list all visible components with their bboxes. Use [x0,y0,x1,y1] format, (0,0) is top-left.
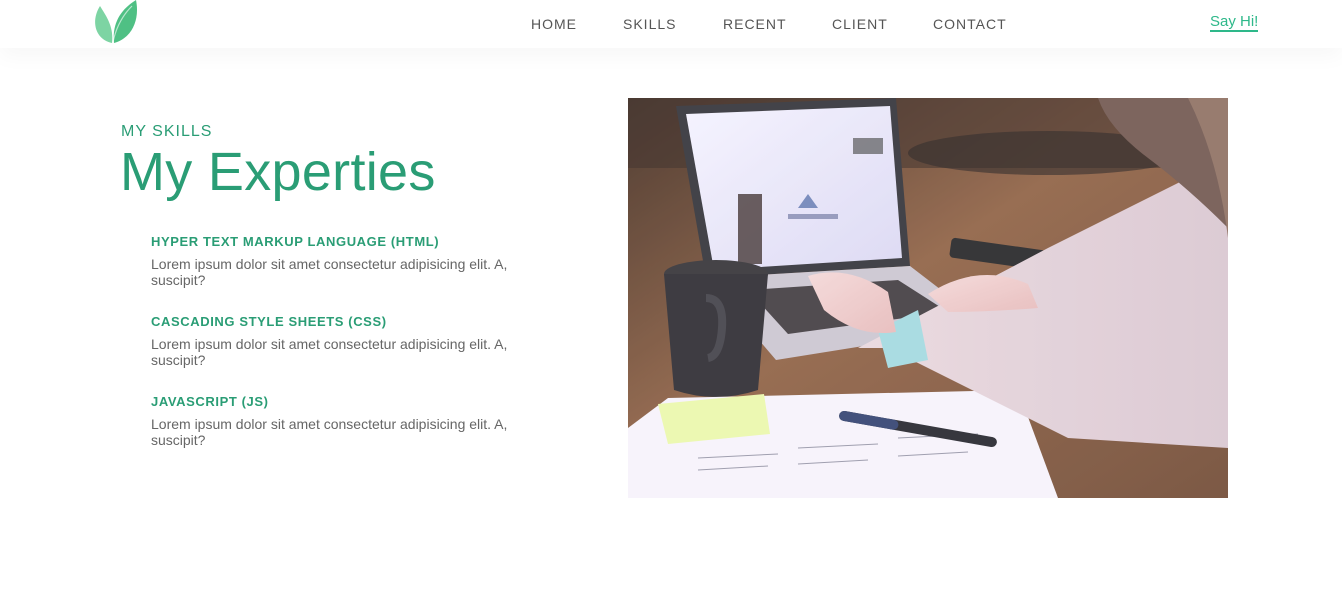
site-header: HOME SKILLS RECENT CLIENT CONTACT Say Hi… [0,0,1342,48]
skill-title: HYPER TEXT MARKUP LANGUAGE (HTML) [151,234,440,249]
nav-contact[interactable]: CONTACT [933,16,1007,32]
nav-home[interactable]: HOME [531,16,577,32]
nav-client[interactable]: CLIENT [832,16,888,32]
skill-item: JAVASCRIPT (JS) Lorem ipsum dolor sit am… [151,394,541,448]
skill-description: Lorem ipsum dolor sit amet consectetur a… [151,256,508,288]
section-title: My Experties [120,142,436,202]
page: HOME SKILLS RECENT CLIENT CONTACT Say Hi… [0,0,1342,601]
skill-title: CASCADING STYLE SHEETS (CSS) [151,314,387,329]
nav-skills[interactable]: SKILLS [623,16,676,32]
skill-title: JAVASCRIPT (JS) [151,394,269,409]
nav-recent[interactable]: RECENT [723,16,787,32]
skill-item: CASCADING STYLE SHEETS (CSS) Lorem ipsum… [151,314,541,368]
person-typing-on-laptop-photo [628,98,1228,498]
section-eyebrow: MY SKILLS [121,123,213,140]
skill-description: Lorem ipsum dolor sit amet consectetur a… [151,336,508,368]
skill-item: HYPER TEXT MARKUP LANGUAGE (HTML) Lorem … [151,234,541,288]
say-hi-link[interactable]: Say Hi! [1210,14,1259,32]
skill-description: Lorem ipsum dolor sit amet consectetur a… [151,416,508,448]
main-nav: HOME SKILLS RECENT CLIENT CONTACT [0,16,1342,36]
